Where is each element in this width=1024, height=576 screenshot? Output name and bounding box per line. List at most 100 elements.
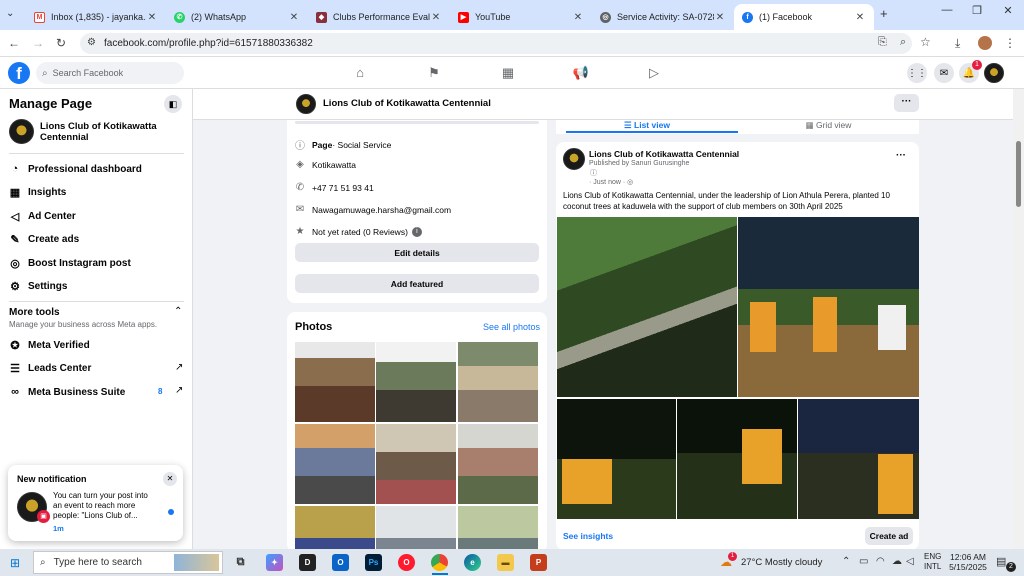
page-avatar[interactable]	[563, 148, 585, 170]
forward-icon[interactable]: →	[32, 36, 44, 50]
back-icon[interactable]: ←	[8, 36, 20, 50]
video-icon[interactable]: ▷	[644, 65, 664, 81]
tab-gmail[interactable]: M Inbox (1,835) - jayanka.san ✕	[26, 4, 166, 30]
browser-menu-icon[interactable]: ⋮	[1004, 36, 1016, 50]
site-info-icon[interactable]: ⚙	[87, 37, 96, 48]
facebook-logo[interactable]: f	[8, 62, 30, 84]
add-featured-button[interactable]: Add featured	[295, 274, 539, 293]
tab-service-activity[interactable]: ◎ Service Activity: SA-072855 ✕	[592, 4, 734, 30]
see-insights-link[interactable]: See insights	[563, 531, 613, 541]
tool-meta-verified[interactable]: ✪ Meta Verified	[9, 339, 89, 352]
close-icon[interactable]: ✕	[854, 12, 866, 23]
wifi-icon[interactable]: ◠	[876, 556, 885, 567]
address-input[interactable]: ⚙ facebook.com/profile.php?id=6157188033…	[80, 33, 931, 54]
page-avatar[interactable]	[984, 63, 1004, 83]
close-icon[interactable]: ✕	[163, 472, 177, 486]
tool-leads-center[interactable]: ☰ Leads Center	[9, 362, 91, 375]
network-icon[interactable]: ▭	[859, 556, 868, 567]
menu-grid-icon[interactable]: ⋮⋮	[907, 63, 927, 83]
create-ad-button[interactable]: Create ad	[865, 527, 913, 545]
see-all-photos-link[interactable]: See all photos	[483, 322, 540, 332]
action-center-icon[interactable]: ▤	[996, 555, 1006, 568]
outlook-icon[interactable]: O	[332, 554, 349, 571]
tab-whatsapp[interactable]: ✆ (2) WhatsApp ✕	[166, 4, 308, 30]
edit-details-button[interactable]: Edit details	[295, 243, 539, 262]
windows-start-icon[interactable]: ⊞	[10, 556, 20, 570]
reload-icon[interactable]: ↻	[56, 36, 66, 50]
clock[interactable]: 12:06 AM 5/15/2025	[948, 552, 988, 572]
photo-thumbnail[interactable]	[376, 424, 456, 504]
post-photo-seedlings[interactable]	[557, 217, 737, 397]
tab-clubs-performance[interactable]: ◆ Clubs Performance Evaluat ✕	[308, 4, 450, 30]
messenger-icon[interactable]: ✉	[934, 63, 954, 83]
post-photo-members-holding-plants[interactable]	[738, 217, 919, 397]
post-author[interactable]: Lions Club of Kotikawatta Centennial	[589, 149, 739, 159]
weather-text[interactable]: 27°C Mostly cloudy	[741, 557, 822, 568]
post-photo-group-with-plant[interactable]	[798, 399, 919, 519]
photoshop-icon[interactable]: Ps	[365, 554, 382, 571]
close-icon[interactable]: ✕	[288, 12, 300, 23]
close-icon[interactable]: ✕	[146, 12, 158, 23]
collapse-sidebar-icon[interactable]: ◧	[164, 95, 182, 113]
file-explorer-icon[interactable]: ▬	[497, 554, 514, 571]
taskbar-search-input[interactable]: ⌕ Type here to search	[33, 551, 223, 574]
photo-thumbnail[interactable]	[376, 506, 456, 552]
tab-youtube[interactable]: ▶ YouTube ✕	[450, 4, 592, 30]
more-options-icon[interactable]: ···	[894, 94, 919, 112]
insights-nav-icon[interactable]: ▦	[498, 65, 518, 81]
post-options-icon[interactable]: ···	[896, 150, 906, 161]
photo-thumbnail[interactable]	[458, 506, 538, 552]
edge-icon[interactable]: e	[464, 554, 481, 571]
close-icon[interactable]: ✕	[714, 12, 726, 23]
chevron-up-icon[interactable]: ⌃	[174, 306, 182, 317]
pages-flag-icon[interactable]: ⚑	[424, 65, 444, 81]
close-icon[interactable]: ✕	[572, 12, 584, 23]
photo-thumbnail[interactable]	[458, 424, 538, 504]
copilot-icon[interactable]: ✦	[266, 554, 283, 571]
download-icon[interactable]: ⤓	[955, 36, 960, 51]
page-scrollbar[interactable]	[1013, 89, 1024, 549]
opera-icon[interactable]: O	[398, 554, 415, 571]
post-photo-digging[interactable]	[677, 399, 797, 519]
sidebar-item-boost-instagram[interactable]: ◎ Boost Instagram post	[9, 257, 131, 270]
new-tab-icon[interactable]: +	[880, 6, 888, 21]
search-input[interactable]: ⌕ Search Facebook	[36, 62, 184, 84]
bookmark-star-icon[interactable]: ☆	[920, 35, 931, 49]
page-name[interactable]: Lions Club of Kotikawatta Centennial	[40, 121, 170, 143]
chevron-up-icon[interactable]: ⌃	[842, 556, 850, 567]
minimize-icon[interactable]: —	[932, 4, 962, 16]
photo-thumbnail[interactable]	[376, 342, 456, 422]
ads-megaphone-icon[interactable]: 📢	[571, 65, 591, 81]
window-close-icon[interactable]: ✕	[993, 4, 1023, 17]
language-indicator[interactable]: ENG INTL	[924, 552, 941, 572]
chrome-icon[interactable]	[431, 554, 448, 571]
dell-icon[interactable]: D	[299, 554, 316, 571]
cloud-icon[interactable]: ☁	[892, 556, 902, 567]
volume-icon[interactable]: ◁	[906, 556, 914, 567]
profile-avatar[interactable]	[978, 36, 992, 50]
notification-popup[interactable]: New notification ✕ ▣ You can turn your p…	[8, 465, 183, 541]
photo-thumbnail[interactable]	[458, 342, 538, 422]
tab-search-chevron-icon[interactable]: ⌄	[6, 8, 14, 19]
post-time[interactable]: Just now	[593, 179, 621, 186]
photo-thumbnail[interactable]	[295, 506, 375, 552]
sidebar-item-professional-dashboard[interactable]: ◔ Professional dashboard	[9, 163, 142, 175]
scrollbar-thumb[interactable]	[1016, 141, 1021, 207]
cast-icon[interactable]: ⎘	[878, 36, 887, 49]
task-view-icon[interactable]: ⧉	[232, 554, 249, 571]
post-photo-planting-night[interactable]	[557, 399, 676, 519]
sidebar-item-insights[interactable]: ▦ Insights	[9, 186, 67, 199]
info-icon[interactable]: i	[411, 226, 422, 237]
tab-grid-view[interactable]: ▦ Grid view	[738, 120, 919, 132]
zoom-icon[interactable]: ⌕	[900, 36, 906, 49]
tool-meta-business-suite[interactable]: ∞ Meta Business Suite	[9, 386, 125, 398]
powerpoint-icon[interactable]: P	[530, 554, 547, 571]
tab-facebook[interactable]: f (1) Facebook ✕	[734, 4, 874, 30]
home-icon[interactable]: ⌂	[350, 65, 370, 80]
close-icon[interactable]: ✕	[430, 12, 442, 23]
photo-thumbnail[interactable]	[295, 424, 375, 504]
photo-thumbnail[interactable]	[295, 342, 375, 422]
restore-icon[interactable]: ❐	[962, 4, 992, 17]
sidebar-item-settings[interactable]: ⚙ Settings	[9, 280, 67, 293]
sidebar-item-create-ads[interactable]: ✎ Create ads	[9, 233, 79, 246]
